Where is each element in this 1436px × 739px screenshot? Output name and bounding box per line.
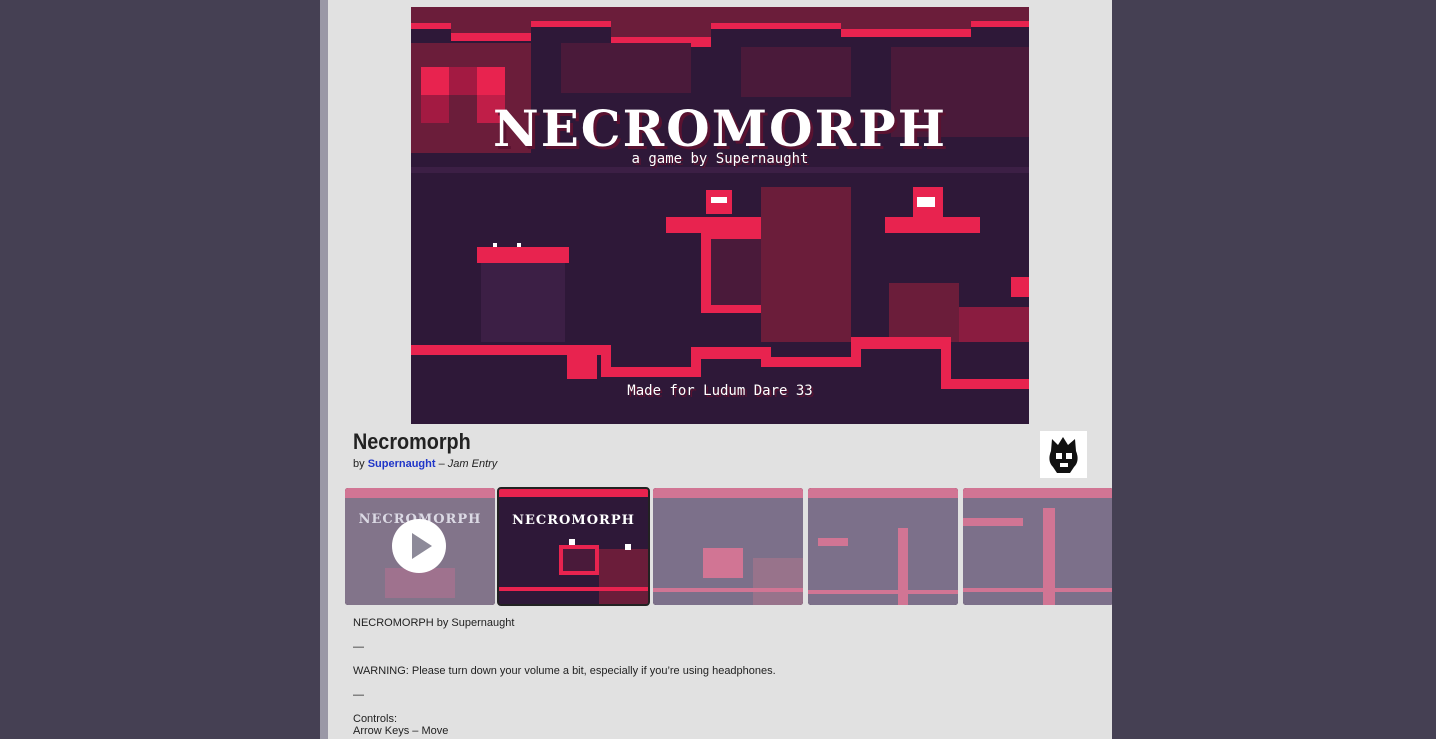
description-divider: — [353,689,364,701]
thumbnail-art [963,488,1112,605]
thumbnail-selected[interactable]: NECROMORPH [497,487,650,606]
game-title: Necromorph [353,429,471,454]
hero-screenshot[interactable]: NECROMORPH a game by Supernaught Made fo… [411,7,1029,424]
game-page-panel: NECROMORPH a game by Supernaught Made fo… [328,0,1112,739]
author-link[interactable]: Supernaught [368,458,436,470]
entry-type: Jam Entry [447,458,498,470]
byline: by Supernaught – Jam Entry [353,458,497,470]
hero-title: NECROMORPH [492,99,947,158]
thumbnail-art [653,488,803,605]
byline-prefix: by [353,458,365,470]
thumbnail-art [808,488,958,605]
play-icon[interactable] [392,519,446,573]
thumbnail-label: NECROMORPH [512,513,635,528]
game-description: NECROMORPH by Supernaught — WARNING: Ple… [353,617,776,737]
hero-footer-text: Made for Ludum Dare 33 [627,383,813,399]
description-warning: WARNING: Please turn down your volume a … [353,665,776,677]
hero-artwork [411,7,1029,424]
description-line: NECROMORPH by Supernaught [353,617,515,629]
skull-avatar-icon [1040,431,1087,478]
thumbnail-5[interactable] [963,488,1112,605]
controls-heading: Controls: [353,713,398,725]
thumbnail-art [499,489,648,604]
thumbnail-video[interactable]: NECROMORPH [345,488,495,605]
screenshot-gallery: NECROMORPH NECROMORPH [345,487,1112,606]
description-divider: — [353,641,364,653]
thumbnail-3[interactable] [653,488,803,605]
thumbnail-4[interactable] [808,488,958,605]
byline-separator: – [438,458,445,470]
controls-line: Arrow Keys – Move [353,725,449,737]
author-avatar[interactable] [1040,431,1087,478]
hero-subtitle: a game by Supernaught [631,151,809,167]
